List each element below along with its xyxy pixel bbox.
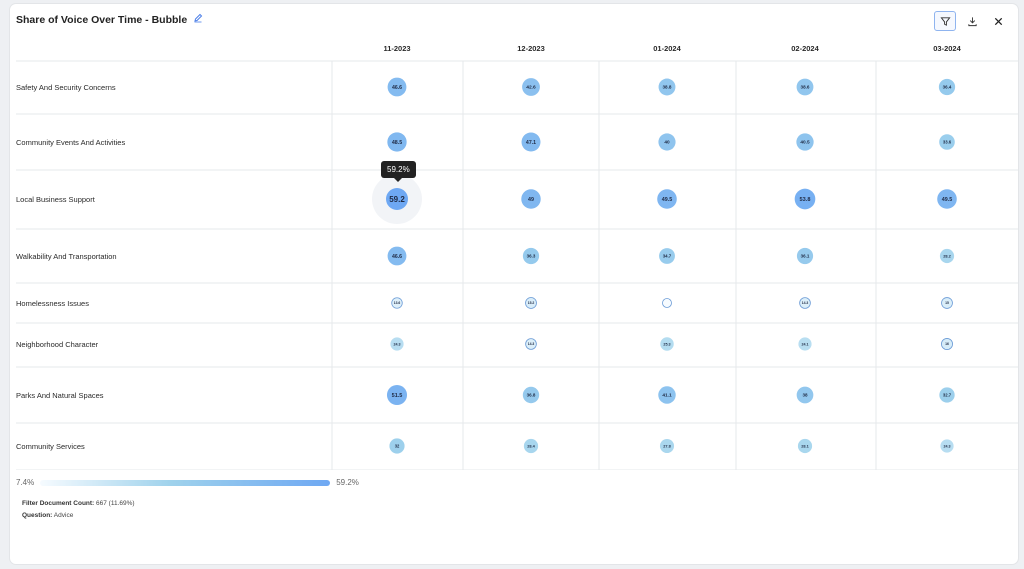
bubble-value-label: 32 — [395, 443, 400, 448]
bubble-value-label: 47.1 — [526, 140, 536, 146]
chart-title: Share of Voice Over Time - Bubble — [16, 13, 203, 26]
bubble — [662, 298, 672, 308]
bubble-value-label: 49 — [528, 197, 534, 203]
bubble-value-label: 36.3 — [527, 254, 536, 259]
edit-icon[interactable] — [193, 13, 203, 26]
download-icon — [967, 16, 977, 26]
close-icon — [994, 17, 1002, 25]
bubble-value-label: 38 — [802, 393, 808, 398]
bubble-value-label: 28.2 — [943, 253, 951, 258]
bubble-value-label: 32.7 — [943, 392, 952, 397]
chart-card: Share of Voice Over Time - Bubble 11-202… — [10, 4, 1018, 564]
filter-count-value: 667 (11.69%) — [96, 500, 135, 507]
bubble-value-label: 34.7 — [663, 254, 672, 259]
filter-button[interactable] — [934, 11, 956, 31]
filter-document-count: Filter Document Count: 667 (11.69%) — [22, 500, 135, 507]
bubble-value-label: 41.1 — [662, 393, 672, 399]
question-info: Question: Advice — [22, 512, 73, 519]
column-header: 02-2024 — [791, 44, 819, 53]
bubble-value-label: 49.5 — [662, 197, 672, 203]
bubble-value-label: 38.6 — [801, 85, 810, 90]
bubble-value-label: 36.1 — [801, 254, 810, 259]
column-header: 12-2023 — [517, 44, 545, 53]
bubble-value-label: 48.5 — [392, 140, 402, 146]
row-label: Neighborhood Character — [16, 340, 99, 349]
bubble-value-label: 24.3 — [393, 342, 400, 346]
row-label: Local Business Support — [16, 195, 96, 204]
bubble-value-label: 13.6 — [394, 301, 401, 305]
bubble-matrix-chart: 11-2023 12-2023 01-2024 02-2024 03-2024 Safet… — [16, 44, 1018, 470]
row-label: Homelessness Issues — [16, 299, 89, 308]
color-legend: 7.4% 59.2% — [16, 478, 359, 487]
bubble-value-label: 16 — [945, 342, 949, 346]
filter-count-label: Filter Document Count: — [22, 500, 95, 507]
bubble-value-label: 42.6 — [526, 85, 536, 91]
bubble-value-label: 15 — [945, 301, 949, 305]
bubble-value-label: 49.5 — [942, 197, 952, 203]
bubble-value-label: 51.5 — [392, 393, 403, 399]
bubble-value-label: 33.6 — [943, 139, 952, 144]
tooltip-text: 59.2% — [387, 165, 410, 174]
bubble-value-label: 28.1 — [801, 443, 809, 448]
bubble-value-label: 38.8 — [662, 85, 671, 90]
close-button[interactable] — [988, 12, 1008, 30]
column-header: 01-2024 — [653, 44, 681, 53]
filter-icon — [939, 16, 951, 26]
question-value: Advice — [53, 512, 74, 519]
row-label: Parks And Natural Spaces — [16, 391, 104, 400]
bubble-value-label: 36.8 — [527, 393, 536, 398]
legend-min-label: 7.4% — [16, 478, 35, 487]
toolbar — [934, 11, 1008, 31]
row-label: Community Events And Activities — [16, 138, 125, 147]
question-label: Question: — [22, 512, 53, 519]
bubble-value-label: 36.4 — [943, 85, 952, 90]
bubble-value-label: 46.6 — [392, 254, 402, 260]
bubble-value-label: 40.5 — [800, 140, 810, 146]
bubble-value-label: 27.8 — [663, 443, 671, 448]
row-label: Walkability And Transportation — [16, 252, 117, 261]
bubble-value-label: 46.6 — [392, 85, 402, 91]
bubble-value-label: 53.8 — [800, 197, 811, 203]
legend-max-label: 59.2% — [336, 478, 359, 487]
bubble-value-label: 14.3 — [528, 342, 535, 346]
bubble-value-label: 40 — [664, 140, 670, 146]
value-tooltip: 59.2% — [381, 161, 416, 182]
column-header: 03-2024 — [933, 44, 961, 53]
bubble-value-label: 14.3 — [802, 301, 809, 305]
row-label: Safety And Security Concerns — [16, 83, 116, 92]
bubble-value-label: 24.3 — [943, 444, 950, 448]
bubble-value-label: 59.2 — [389, 195, 405, 204]
chart-title-text: Share of Voice Over Time - Bubble — [16, 13, 188, 26]
bubble-value-label: 24.1 — [801, 342, 808, 346]
row-label: Community Services — [16, 442, 85, 451]
bubble-value-label: 28.4 — [527, 443, 535, 448]
bubble-value-label: 25.3 — [663, 342, 670, 346]
legend-gradient-bar — [40, 479, 331, 486]
bubble-value-label: 15.2 — [528, 301, 535, 305]
download-button[interactable] — [962, 12, 982, 30]
column-header: 11-2023 — [383, 44, 410, 53]
